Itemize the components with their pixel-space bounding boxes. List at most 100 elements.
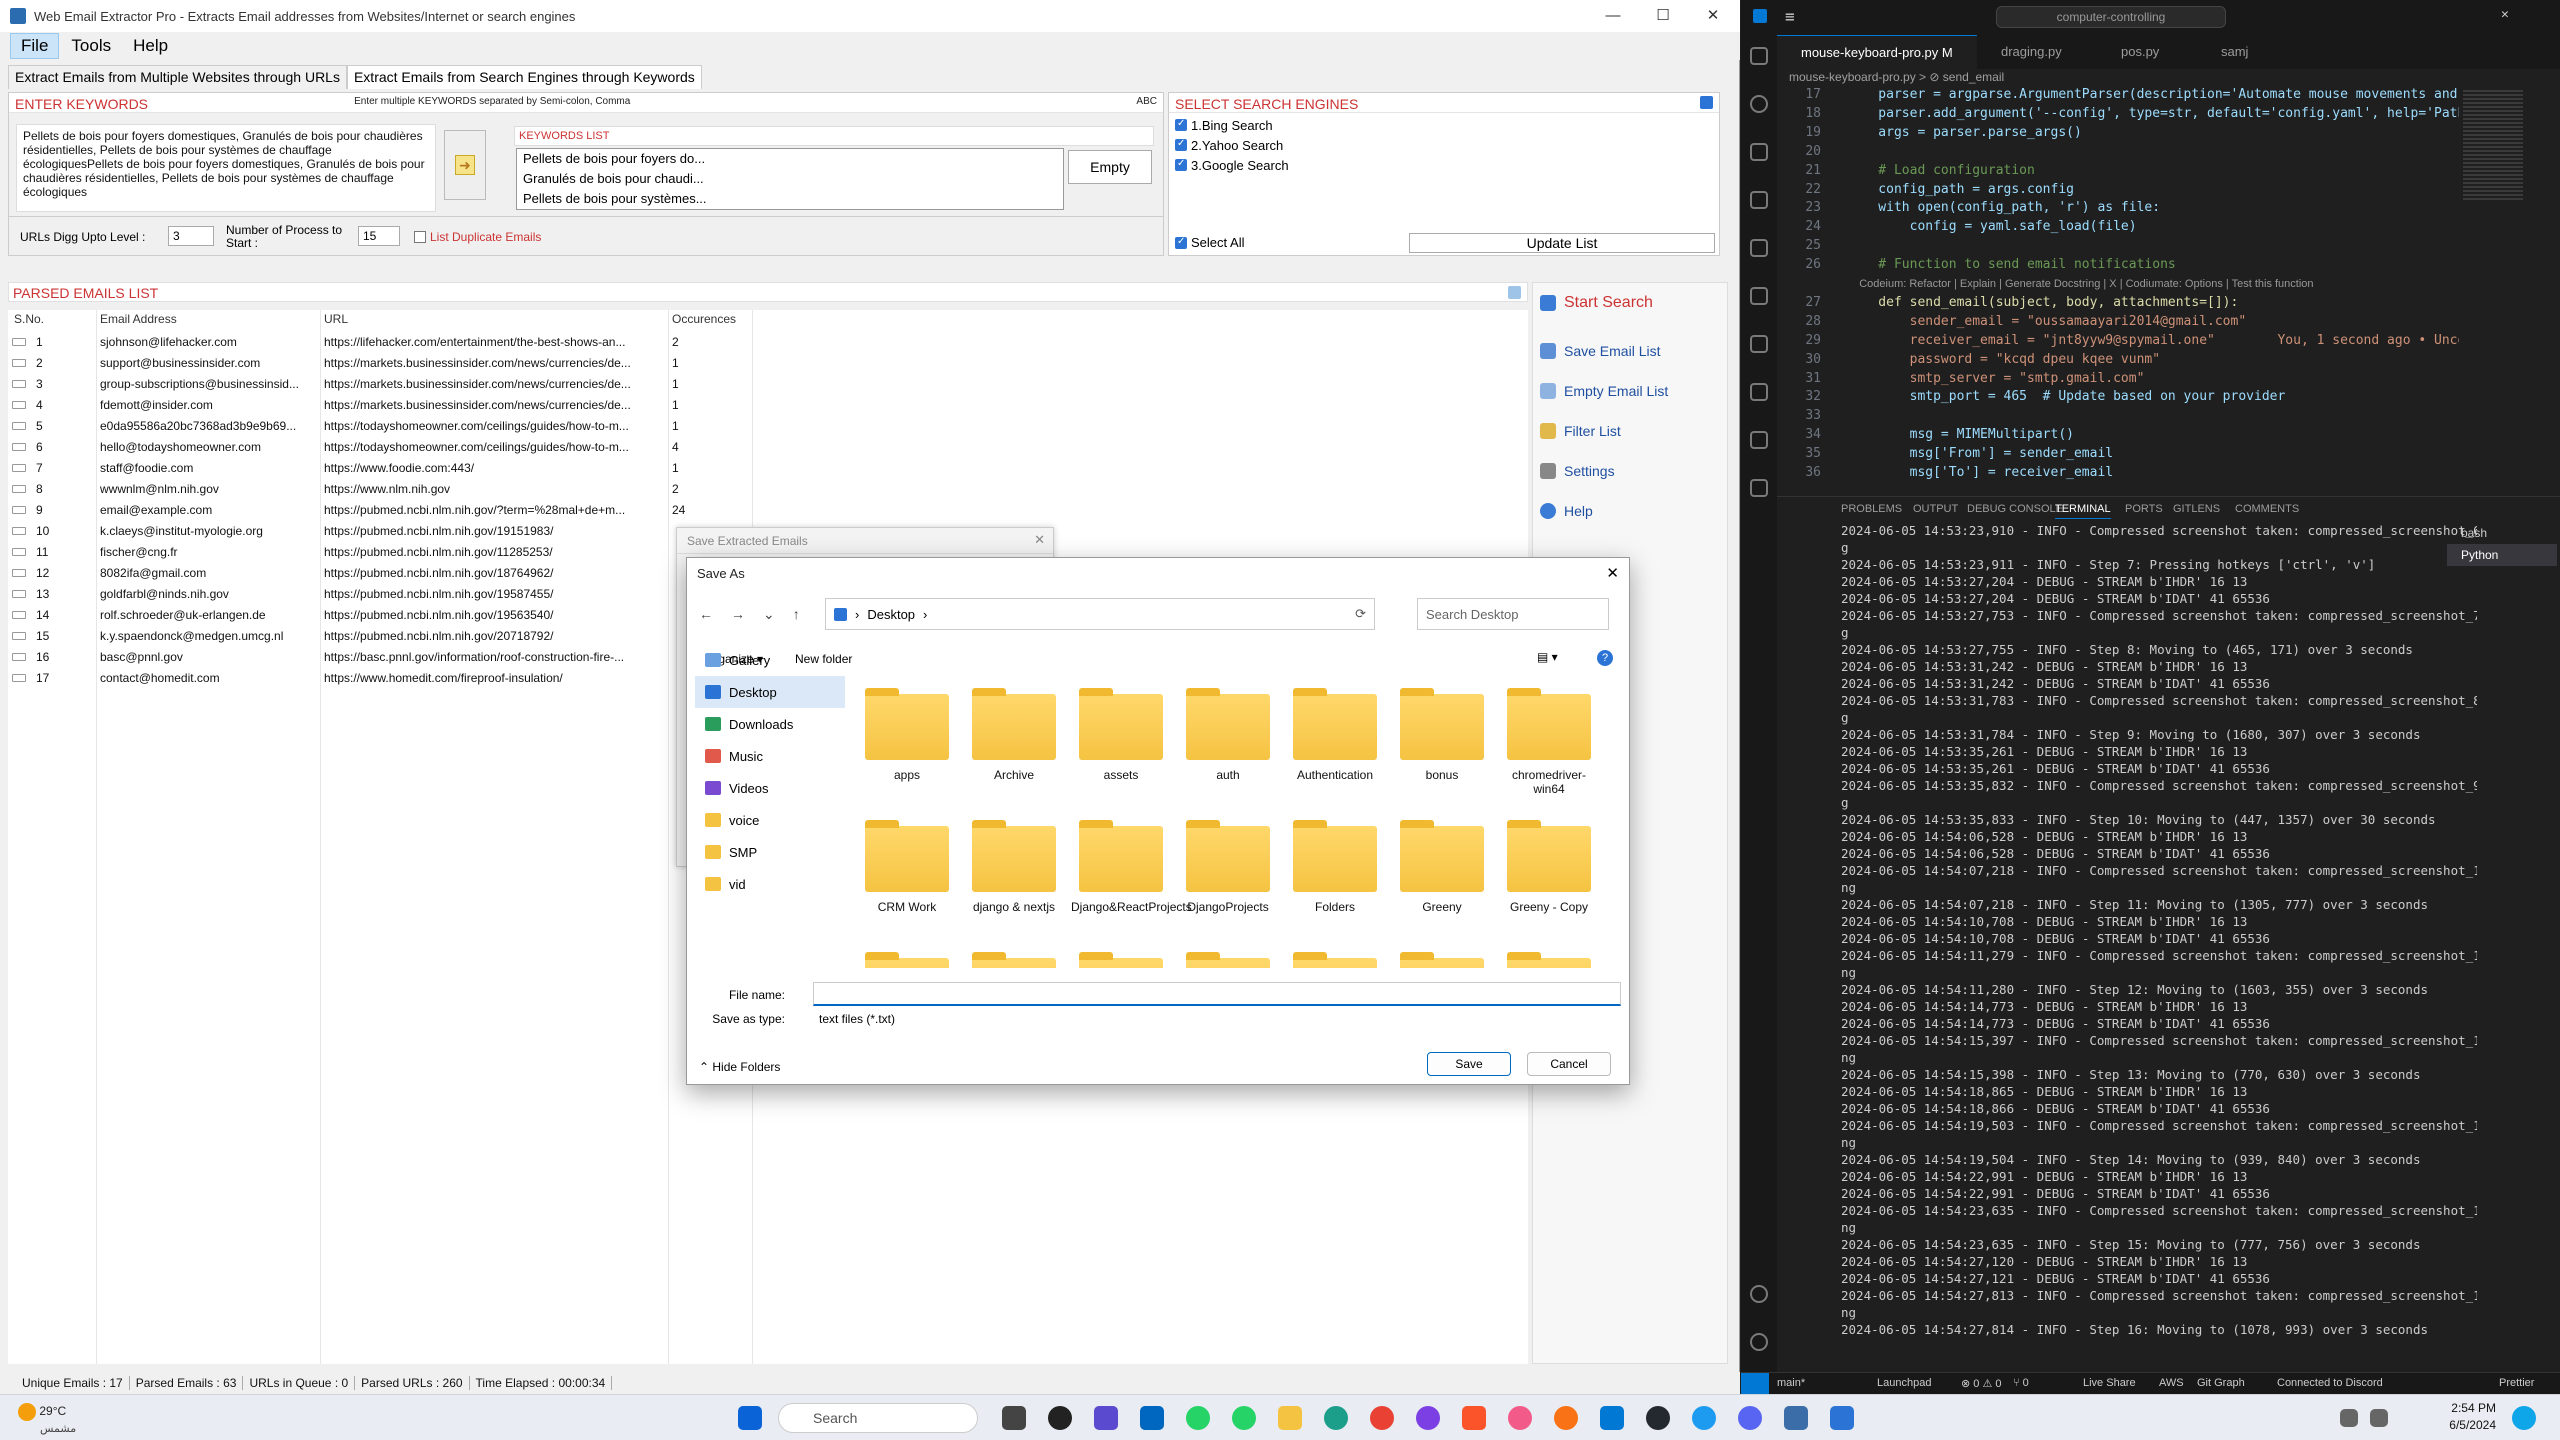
remote-explorer-icon[interactable]	[1750, 287, 1768, 305]
help-button[interactable]: Help	[1540, 494, 1718, 528]
folder-item[interactable]: django & nextjs	[964, 820, 1064, 940]
table-row[interactable]: 4 fdemott@insider.com https://markets.busi…	[8, 395, 1528, 416]
remote-indicator-icon[interactable]	[1741, 1373, 1769, 1395]
notepad-icon[interactable]	[1830, 1406, 1854, 1430]
nav-voice[interactable]: voice	[695, 804, 845, 836]
keywords-input[interactable]: Pellets de bois pour foyers domestiques,…	[16, 124, 436, 212]
engine-yahoo[interactable]: 2.Yahoo Search	[1175, 135, 1713, 155]
search-desktop-input[interactable]: Search Desktop	[1417, 598, 1609, 630]
list-item[interactable]: Pellets de bois pour foyers do...	[523, 149, 1057, 169]
settings-button[interactable]: Settings	[1540, 454, 1718, 488]
help-icon[interactable]: ?	[1597, 650, 1613, 666]
save-button[interactable]: Save	[1427, 1052, 1511, 1076]
aws-status[interactable]: AWS	[2159, 1377, 2184, 1389]
folder-item[interactable]: assets	[1071, 688, 1171, 808]
whatsapp-business-icon[interactable]	[1232, 1406, 1256, 1430]
code-editor[interactable]: 17 parser = argparse.ArgumentParser(desc…	[1777, 86, 2477, 484]
view-options-icon[interactable]: ▤ ▾	[1537, 650, 1558, 664]
folder-item[interactable]: chromedriver-win64	[1499, 688, 1599, 808]
prettier-status[interactable]: Prettier	[2499, 1377, 2534, 1389]
file-explorer-icon[interactable]	[1278, 1406, 1302, 1430]
terminal-python[interactable]: Python	[2447, 544, 2557, 566]
edge-icon[interactable]	[1324, 1406, 1348, 1430]
whatsapp-icon[interactable]	[1186, 1406, 1210, 1430]
column-header[interactable]: Occurences	[672, 312, 736, 326]
network-icon[interactable]	[2340, 1409, 2358, 1427]
path-segment[interactable]: Desktop	[867, 607, 915, 622]
nav-desktop[interactable]: Desktop	[695, 676, 845, 708]
engine-bing[interactable]: 1.Bing Search	[1175, 115, 1713, 135]
minimap[interactable]	[2459, 86, 2549, 484]
tab-draging[interactable]: draging.py	[1977, 35, 2097, 69]
source-control-icon[interactable]	[1750, 143, 1768, 161]
folder-item[interactable]	[964, 952, 1064, 968]
menu-tools[interactable]: Tools	[61, 34, 121, 58]
nav-smp[interactable]: SMP	[695, 836, 845, 868]
testing-icon[interactable]	[1750, 335, 1768, 353]
tab-problems[interactable]: PROBLEMS	[1841, 503, 1902, 515]
table-row[interactable]: 3 group-subscriptions@businessinsid... htt…	[8, 374, 1528, 395]
breadcrumb[interactable]: mouse-keyboard-pro.py > ⊘ send_email	[1789, 70, 2004, 84]
column-header[interactable]: Email Address	[100, 312, 177, 326]
maximize-icon[interactable]: ☐	[1640, 0, 1686, 32]
folder-item[interactable]	[1285, 952, 1385, 968]
column-header[interactable]: S.No.	[14, 312, 44, 326]
list-duplicate-checkbox[interactable]: List Duplicate Emails	[414, 230, 541, 244]
tab-debug-console[interactable]: DEBUG CONSOLE	[1967, 503, 2063, 515]
postman-icon[interactable]	[1554, 1406, 1578, 1430]
export-icon[interactable]	[1508, 286, 1521, 299]
github-icon[interactable]	[1646, 1406, 1670, 1430]
start-search-button[interactable]: Start Search	[1540, 286, 1718, 320]
folder-item[interactable]: CRM Work	[857, 820, 957, 940]
table-row[interactable]: 5 e0da95586a20bc7368ad3b9e9b69... https://…	[8, 416, 1528, 437]
account-icon[interactable]	[1750, 1285, 1768, 1303]
taskbar-search[interactable]: Search	[778, 1403, 978, 1433]
tab-ports[interactable]: PORTS	[2125, 503, 2163, 515]
telegram-icon[interactable]	[1692, 1406, 1716, 1430]
refresh-icon[interactable]: ⟳	[1355, 606, 1366, 622]
folder-item[interactable]: Folders	[1285, 820, 1385, 940]
folder-item[interactable]	[1499, 952, 1599, 968]
tab-output[interactable]: OUTPUT	[1913, 503, 1958, 515]
hide-folders-toggle[interactable]: ⌃ Hide Folders	[699, 1060, 780, 1074]
table-row[interactable]: 1 sjohnson@lifehacker.com https://lifehack…	[8, 332, 1528, 353]
folder-item[interactable]: Greeny - Copy	[1499, 820, 1599, 940]
tab-terminal[interactable]: TERMINAL	[2055, 503, 2111, 519]
folder-item[interactable]	[1178, 952, 1278, 968]
copilot-icon[interactable]	[2512, 1406, 2536, 1430]
table-row[interactable]: 7 staff@foodie.com https://www.foodie.com:…	[8, 458, 1528, 479]
tab-samj[interactable]: samj	[2197, 35, 2267, 69]
weather-widget[interactable]: 29°C مشمس	[18, 1403, 76, 1435]
vscode-icon[interactable]	[1600, 1406, 1624, 1430]
tab-search-engines[interactable]: Extract Emails from Search Engines throu…	[346, 65, 702, 89]
ports-status[interactable]: ⑂ 0	[2013, 1377, 2029, 1389]
extensions-icon[interactable]	[1750, 239, 1768, 257]
nav-music[interactable]: Music	[695, 740, 845, 772]
media-player-icon[interactable]	[1048, 1406, 1072, 1430]
run-debug-icon[interactable]	[1750, 191, 1768, 209]
brave-icon[interactable]	[1462, 1406, 1486, 1430]
chrome-icon[interactable]	[1370, 1406, 1394, 1430]
live-share-status[interactable]: Live Share	[2083, 1377, 2136, 1389]
select-all-checkbox[interactable]: Select All	[1175, 235, 1244, 250]
table-row[interactable]: 9 email@example.com https://pubmed.ncbi.nl…	[8, 500, 1528, 521]
update-list-button[interactable]: Update List	[1409, 233, 1715, 253]
tab-urls[interactable]: Extract Emails from Multiple Websites th…	[8, 65, 347, 89]
tab-comments[interactable]: COMMENTS	[2235, 503, 2299, 515]
aws-icon[interactable]	[1750, 383, 1768, 401]
folder-item[interactable]: Greeny	[1392, 820, 1492, 940]
close-icon[interactable]: ✕	[1690, 0, 1736, 32]
minimize-icon[interactable]: —	[1590, 0, 1636, 32]
close-icon[interactable]: ✕	[1606, 564, 1619, 582]
folder-item[interactable]: bonus	[1392, 688, 1492, 808]
nav-gallery[interactable]: Gallery	[695, 644, 835, 676]
table-row[interactable]: 6 hello@todayshomeowner.com https://todays…	[8, 437, 1528, 458]
list-item[interactable]: Granulés de bois pour chaudi...	[523, 169, 1057, 189]
empty-button[interactable]: Empty	[1068, 150, 1152, 184]
copilot-icon[interactable]	[1750, 479, 1768, 497]
hamburger-menu-icon[interactable]: ≡	[1785, 7, 1795, 26]
nav-vid[interactable]: vid	[695, 868, 845, 900]
problems-status[interactable]: ⊗ 0 ⚠ 0	[1961, 1377, 2001, 1390]
folder-item[interactable]: auth	[1178, 688, 1278, 808]
git-graph-status[interactable]: Git Graph	[2197, 1377, 2245, 1389]
